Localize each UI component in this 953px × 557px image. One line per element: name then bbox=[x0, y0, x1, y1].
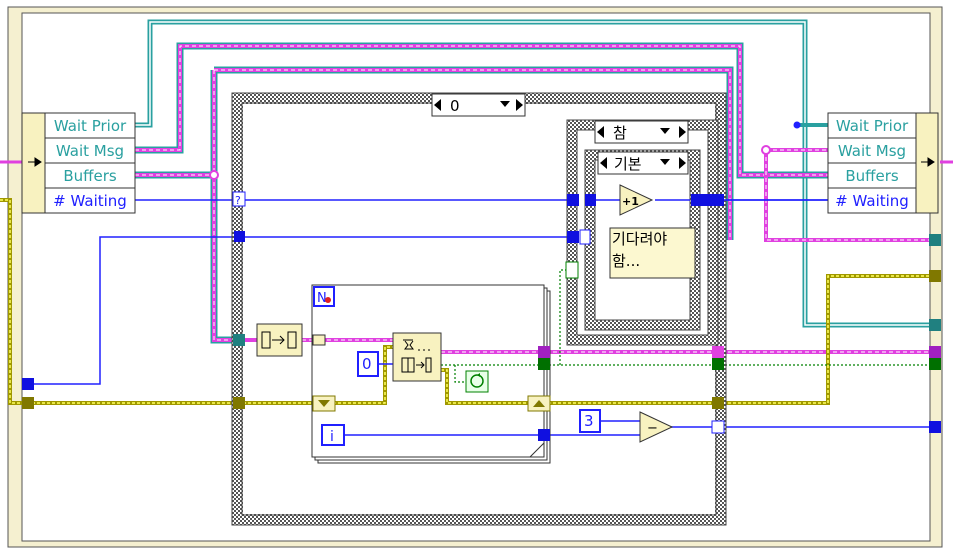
wire-junction bbox=[761, 145, 771, 155]
increment-label: +1 bbox=[622, 195, 639, 208]
item-label: # Waiting bbox=[53, 192, 127, 210]
case-selector-value: 참 bbox=[613, 124, 627, 142]
constant-zero[interactable]: 0 bbox=[357, 351, 379, 377]
dequeue-flush-node[interactable] bbox=[392, 332, 442, 382]
tunnel[interactable] bbox=[929, 234, 941, 246]
item-label: Wait Msg bbox=[838, 142, 906, 160]
tunnel[interactable] bbox=[538, 346, 550, 358]
item-label: # Waiting bbox=[835, 192, 909, 210]
array-subset-node[interactable] bbox=[256, 323, 303, 357]
note-label: 기다려야 함... bbox=[609, 227, 696, 279]
wire-junction bbox=[793, 121, 801, 129]
item-label: Wait Prior bbox=[54, 117, 127, 135]
tunnel[interactable] bbox=[691, 194, 702, 206]
loop-count-terminal[interactable]: N bbox=[313, 286, 335, 307]
count-label: N bbox=[317, 291, 327, 306]
auto-index-tunnel[interactable] bbox=[312, 334, 326, 346]
tunnel[interactable] bbox=[567, 231, 579, 243]
tunnel-case-selector[interactable] bbox=[579, 229, 591, 245]
tunnel[interactable] bbox=[929, 270, 941, 282]
tunnel[interactable] bbox=[712, 358, 724, 370]
shift-register-right[interactable] bbox=[527, 395, 551, 412]
case-selector-outer[interactable]: 0 bbox=[431, 93, 526, 117]
tunnel[interactable] bbox=[712, 346, 724, 358]
stop-condition-terminal[interactable] bbox=[465, 370, 489, 393]
tunnel-error[interactable] bbox=[233, 397, 245, 409]
tunnel[interactable] bbox=[712, 194, 724, 206]
tunnel-buffers[interactable] bbox=[233, 334, 245, 346]
block-diagram: 0 참 기본 +1 기다려야 함... ? N i 0 3 − Wait Pri… bbox=[0, 6, 953, 548]
iteration-terminal: i bbox=[321, 424, 345, 446]
case-selector-value: 0 bbox=[450, 97, 460, 115]
bundle-by-name-right[interactable]: Wait Prior Wait Msg Buffers # Waiting bbox=[827, 112, 939, 214]
constant-three[interactable]: 3 bbox=[579, 409, 601, 433]
shift-register-left[interactable] bbox=[312, 395, 336, 412]
tunnel[interactable] bbox=[712, 397, 724, 409]
constant-value: 0 bbox=[362, 355, 372, 373]
tunnel-case-selector-bool[interactable] bbox=[565, 261, 579, 279]
subtract-symbol: − bbox=[647, 421, 658, 436]
item-label: Wait Prior bbox=[836, 117, 909, 135]
tunnel[interactable] bbox=[929, 358, 941, 370]
tunnel[interactable] bbox=[929, 319, 941, 331]
tunnel[interactable] bbox=[711, 420, 725, 434]
tunnel[interactable] bbox=[567, 194, 579, 206]
case-selector-value: 기본 bbox=[614, 155, 642, 173]
tunnel[interactable] bbox=[929, 421, 941, 433]
constant-value: 3 bbox=[584, 412, 594, 430]
tunnel[interactable] bbox=[929, 346, 941, 358]
tunnel[interactable] bbox=[538, 358, 550, 370]
tunnel[interactable] bbox=[702, 194, 712, 206]
tunnel[interactable] bbox=[585, 194, 596, 206]
case-selector-true[interactable]: 참 bbox=[594, 120, 689, 144]
iteration-label: i bbox=[330, 429, 334, 445]
tunnel[interactable] bbox=[22, 397, 34, 409]
item-label: Buffers bbox=[63, 167, 117, 185]
case-selector-default[interactable]: 기본 bbox=[597, 151, 689, 175]
wire-junction bbox=[209, 170, 219, 180]
unbundle-by-name-left[interactable]: Wait Prior Wait Msg Buffers # Waiting bbox=[21, 112, 136, 214]
tunnel-int[interactable] bbox=[234, 231, 245, 242]
tunnel[interactable] bbox=[22, 378, 34, 390]
item-label: Wait Msg bbox=[56, 142, 124, 160]
tunnel-question-mark: ? bbox=[235, 194, 241, 207]
item-label: Buffers bbox=[845, 167, 899, 185]
tunnel[interactable] bbox=[538, 429, 550, 441]
note-text: 기다려야 함... bbox=[612, 230, 668, 270]
